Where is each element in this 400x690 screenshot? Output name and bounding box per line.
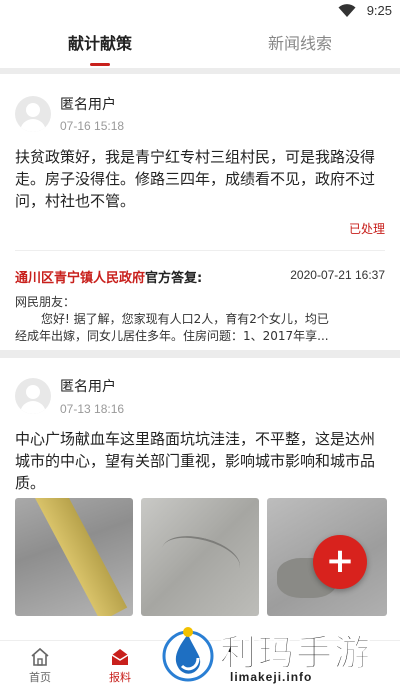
reply-org[interactable]: 通川区青宁镇人民政府 — [15, 271, 145, 286]
watermark-domain: limakeji.info — [230, 670, 313, 684]
watermark-logo — [162, 627, 214, 682]
nav-label: 报料 — [109, 671, 131, 684]
post-card[interactable]: 匿名用户 07-16 15:18 扶贫政策好，我是青宁红专村三组村民，可是我路没… — [0, 74, 400, 350]
reply-line: 网民朋友： — [15, 295, 76, 309]
post-photo[interactable] — [141, 498, 259, 616]
post-time: 07-13 18:16 — [60, 402, 125, 416]
wifi-icon — [338, 4, 356, 17]
avatar — [15, 96, 51, 132]
post-text: 中心广场献血车这里路面坑坑洼洼，不平整，这是达州城市的中心，望有关部门重视，影响… — [15, 430, 376, 492]
tab-suggestions[interactable]: 献计献策 — [0, 24, 200, 68]
watermark: 利玛手游 limakeji.info — [158, 622, 400, 690]
plus-icon: + — [325, 541, 355, 581]
nav-label: 首页 — [29, 671, 51, 684]
reply-divider — [15, 250, 385, 251]
post-text: 扶贫政策好，我是青宁红专村三组村民，可是我路没得走。房子没得住。修路三四年，成绩… — [15, 148, 376, 210]
user-name: 匿名用户 — [60, 97, 116, 113]
nav-report[interactable]: 报料 — [90, 647, 150, 685]
post-time: 07-16 15:18 — [60, 119, 125, 133]
status-bar: 9:25 — [0, 0, 400, 24]
reply-date: 2020-07-21 16:37 — [290, 268, 385, 282]
reply-kind: 官方答复: — [145, 271, 203, 286]
user-name: 匿名用户 — [60, 379, 116, 395]
section-divider — [0, 350, 400, 358]
reply-line: 经成年出嫁，同女儿居住多年。住房问题：1、2017年享... — [15, 329, 329, 343]
status-time: 9:25 — [366, 3, 392, 18]
tab-news-leads[interactable]: 新闻线索 — [200, 24, 400, 68]
reply-line: 您好! 据了解，您家现有人口2人，育有2个女儿，均已 — [41, 312, 329, 326]
tab-label: 献计献策 — [67, 34, 132, 53]
report-icon — [111, 649, 129, 665]
add-post-button[interactable]: + — [313, 535, 367, 589]
reply-text: 网民朋友： 您好! 据了解，您家现有人口2人，育有2个女儿，均已 经成年出嫁，同… — [15, 294, 387, 345]
nav-home[interactable]: 首页 — [10, 647, 70, 685]
tab-label: 新闻线索 — [267, 34, 332, 53]
home-icon — [31, 647, 49, 666]
tab-bar: 献计献策 新闻线索 — [0, 24, 400, 68]
avatar — [15, 378, 51, 414]
post-photo[interactable] — [15, 498, 133, 616]
watermark-brand: 利玛手游 — [219, 633, 373, 675]
status-badge: 已处理 — [348, 222, 385, 236]
active-tab-indicator — [90, 63, 110, 66]
